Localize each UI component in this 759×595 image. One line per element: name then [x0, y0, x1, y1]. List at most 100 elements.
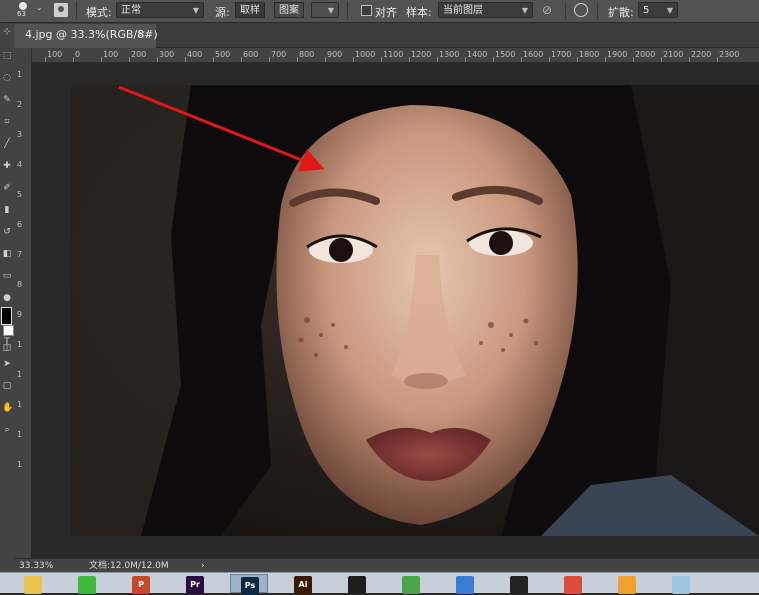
- taskbar-app-file-explorer[interactable]: [14, 574, 52, 594]
- ruler-tick-label: 1: [17, 70, 23, 79]
- eyedropper-tool-icon[interactable]: ╱: [2, 139, 12, 150]
- crop-tool-icon[interactable]: ⌗: [2, 117, 12, 128]
- tools-panel: ⊹ ⬚ ◌ ✎ ⌗ ╱ ✚ ✐ ▮ ↺ ◧ ▭ ● ✒ T ➤ ▢ ✋ ⌕ ◫: [0, 23, 15, 573]
- mode-label: 模式:: [86, 6, 112, 19]
- ruler-tick-label: 5: [17, 190, 23, 199]
- ruler-tick-label: 1200: [411, 50, 432, 59]
- ruler-tick: [689, 57, 690, 62]
- ruler-tick: [661, 57, 662, 62]
- taskbar-app-powerpoint[interactable]: P: [122, 574, 160, 594]
- ruler-tick-label: 100: [47, 50, 63, 59]
- pressure-size-icon[interactable]: [574, 3, 588, 17]
- marquee-tool-icon[interactable]: ⬚: [2, 51, 12, 62]
- background-color-swatch[interactable]: [3, 325, 14, 336]
- hand-tool-icon[interactable]: ✋: [2, 403, 13, 414]
- healing-brush-tool-icon[interactable]: ✚: [2, 161, 12, 172]
- history-brush-tool-icon[interactable]: ↺: [2, 227, 12, 238]
- ruler-tick-label: 100: [103, 50, 119, 59]
- ruler-tick: [465, 57, 466, 62]
- eraser-tool-icon[interactable]: ◧: [2, 249, 12, 260]
- close-icon[interactable]: ×: [138, 24, 146, 46]
- taskbar-app-app-blue[interactable]: [446, 574, 484, 594]
- app-orange-icon: [618, 576, 636, 594]
- quick-mask-icon[interactable]: ◫: [2, 343, 12, 354]
- quick-select-tool-icon[interactable]: ✎: [2, 95, 12, 106]
- taskbar-app-premiere[interactable]: Pr: [176, 574, 214, 594]
- vertical-ruler[interactable]: 1 2 3 4 5 6 7 8 9 1 1 1 1 1: [14, 48, 32, 558]
- taskbar-app-qq[interactable]: [500, 574, 538, 594]
- brush-preset-icon[interactable]: 63: [17, 1, 29, 21]
- ruler-tick-label: 400: [187, 50, 203, 59]
- ruler-tick-label: 900: [327, 50, 343, 59]
- taskbar-app-wechat[interactable]: [68, 574, 106, 594]
- ruler-tick-label: 2300: [719, 50, 740, 59]
- ruler-tick-label: 800: [299, 50, 315, 59]
- ruler-tick: [129, 57, 130, 62]
- diffusion-label: 扩散:: [608, 6, 634, 19]
- taskbar-app-photoshop[interactable]: Ps: [230, 574, 268, 595]
- ruler-tick: [297, 57, 298, 62]
- ruler-tick-label: 2000: [635, 50, 656, 59]
- ignore-adjustment-layers-icon[interactable]: ⊘: [542, 3, 556, 17]
- zoom-tool-icon[interactable]: ⌕: [2, 425, 12, 436]
- ruler-tick: [437, 57, 438, 62]
- brush-dropdown-caret-icon[interactable]: ⌄: [36, 3, 43, 12]
- app-green-red-icon: [402, 576, 420, 594]
- gradient-tool-icon[interactable]: ▭: [2, 271, 12, 282]
- source-sampled-label: 取样: [240, 5, 260, 16]
- brush-tool-icon[interactable]: ✐: [2, 183, 12, 194]
- taskbar-app-media-encoder[interactable]: [338, 574, 376, 594]
- file-explorer-icon: [24, 576, 42, 594]
- ruler-tick-label: 7: [17, 250, 23, 259]
- canvas-workspace[interactable]: [31, 63, 759, 558]
- taskbar-app-app-green-red[interactable]: [392, 574, 430, 594]
- foreground-color-swatch[interactable]: [1, 307, 12, 325]
- document-size-info: 文档:12.0M/12.0M: [89, 561, 169, 571]
- chevron-down-icon: ▼: [666, 6, 673, 15]
- sample-value: 当前图层: [443, 5, 483, 16]
- mode-select[interactable]: 正常 ▼: [116, 2, 204, 18]
- windows-taskbar: P Pr Ps Ai: [0, 572, 759, 595]
- ruler-tick: [521, 57, 522, 62]
- taskbar-app-app-orange[interactable]: [608, 574, 646, 594]
- pattern-picker[interactable]: ▼: [311, 2, 339, 18]
- separator: [597, 2, 598, 20]
- lasso-tool-icon[interactable]: ◌: [2, 73, 12, 84]
- status-menu-arrow-icon[interactable]: ›: [201, 559, 205, 573]
- chevron-down-icon: ▼: [521, 6, 528, 15]
- path-select-tool-icon[interactable]: ➤: [2, 359, 12, 370]
- document-tab[interactable]: 4.jpg @ 33.3%(RGB/8#) ×: [14, 24, 158, 48]
- sample-select[interactable]: 当前图层 ▼: [438, 2, 533, 18]
- ruler-tick: [157, 57, 158, 62]
- app-blue-icon: [456, 576, 474, 594]
- document-image[interactable]: [71, 85, 759, 536]
- ruler-tick-label: 300: [159, 50, 175, 59]
- dodge-tool-icon[interactable]: ●: [2, 293, 12, 304]
- premiere-icon: Pr: [186, 576, 204, 594]
- move-tool-icon[interactable]: ⊹: [2, 27, 12, 38]
- diffusion-select[interactable]: 5 ▼: [638, 2, 678, 18]
- align-checkbox[interactable]: [361, 5, 372, 16]
- qq-icon: [510, 576, 528, 594]
- source-sampled-button[interactable]: 取样: [235, 2, 265, 18]
- horizontal-ruler[interactable]: 100 0 100 200 300 400 500 600 700 800 900 1000 1100 1…: [31, 48, 759, 63]
- mode-value: 正常: [121, 5, 141, 16]
- clone-source-panel-icon[interactable]: [54, 3, 68, 17]
- taskbar-app-chrome[interactable]: [554, 574, 592, 594]
- app-light-icon: [672, 576, 690, 594]
- taskbar-app-app-light[interactable]: [662, 574, 700, 594]
- taskbar-app-illustrator[interactable]: Ai: [284, 574, 322, 594]
- ruler-tick: [45, 57, 46, 62]
- ruler-tick-label: 4: [17, 160, 23, 169]
- ruler-tick: [577, 57, 578, 62]
- clone-stamp-tool-icon[interactable]: ▮: [2, 205, 12, 216]
- photoshop-icon: Ps: [241, 577, 259, 595]
- ruler-tick-label: 1400: [467, 50, 488, 59]
- source-pattern-button[interactable]: 图案: [274, 2, 304, 18]
- status-bar: 33.33% 文档:12.0M/12.0M ›: [14, 558, 759, 573]
- zoom-level[interactable]: 33.33%: [19, 559, 53, 573]
- brush-size-value: 63: [17, 10, 26, 18]
- shape-tool-icon[interactable]: ▢: [2, 381, 12, 392]
- wechat-icon: [78, 576, 96, 594]
- ruler-tick-label: 1900: [607, 50, 628, 59]
